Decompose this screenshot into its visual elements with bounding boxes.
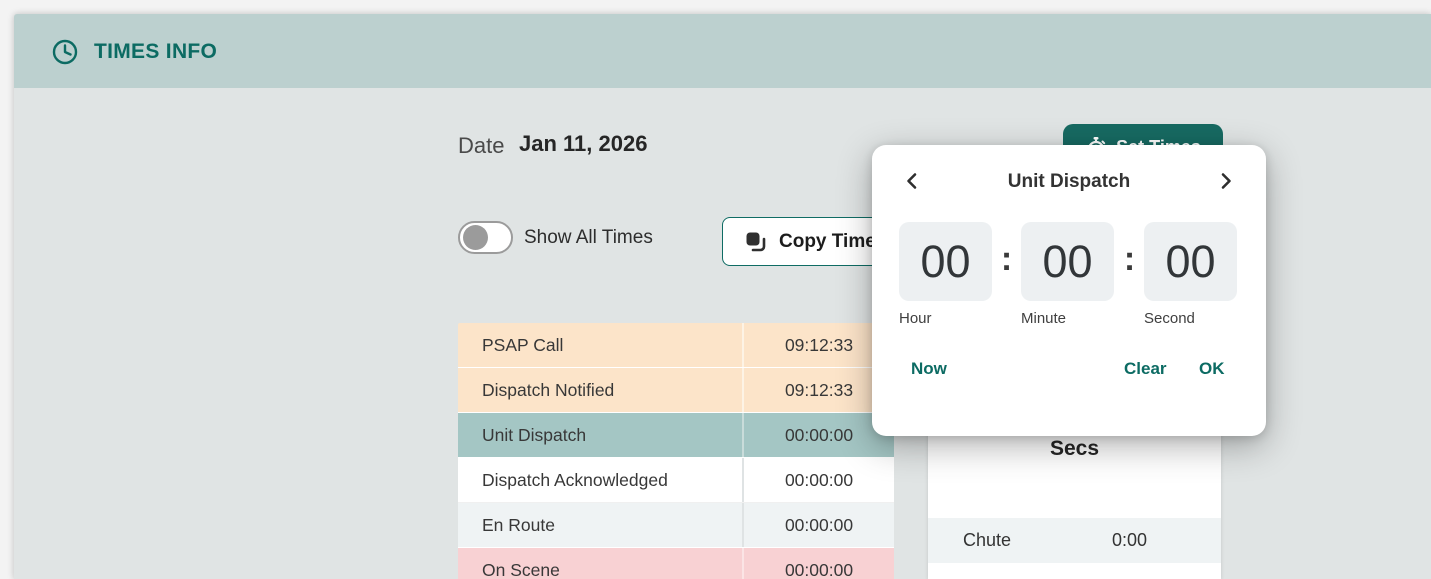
second-label: Second [1144, 310, 1195, 327]
row-label: En Route [458, 515, 742, 536]
table-row-dispatch-acknowledged[interactable]: Dispatch Acknowledged 00:00:00 [458, 458, 894, 503]
clear-button[interactable]: Clear [1124, 359, 1167, 379]
minute-label: Minute [1021, 310, 1066, 327]
toggle-knob [463, 225, 488, 250]
panel-header [14, 14, 1431, 88]
clock-icon [52, 39, 78, 65]
minute-input[interactable]: 00 [1021, 222, 1114, 301]
row-label: PSAP Call [458, 335, 742, 356]
date-label: Date [458, 133, 504, 159]
table-row-en-route[interactable]: En Route 00:00:00 [458, 503, 894, 548]
date-value[interactable]: Jan 11, 2026 [519, 131, 647, 157]
table-row-dispatch-notified[interactable]: Dispatch Notified 09:12:33 [458, 368, 894, 413]
show-all-times-label: Show All Times [524, 227, 653, 249]
copy-icon [745, 231, 766, 252]
row-label: Dispatch Acknowledged [458, 470, 742, 491]
row-label: Unit Dispatch [458, 425, 742, 446]
row-label: On Scene [458, 560, 742, 579]
times-info-page: TIMES INFO Date Jan 11, 2026 Show All Ti… [0, 0, 1431, 579]
row-time: 00:00:00 [742, 548, 894, 579]
ok-button[interactable]: OK [1199, 359, 1225, 379]
hour-label: Hour [899, 310, 932, 327]
row-label: Dispatch Notified [458, 380, 742, 401]
second-input[interactable]: 00 [1144, 222, 1237, 301]
time-picker-title: Unit Dispatch [872, 171, 1266, 193]
copy-times-button[interactable]: Copy Times [722, 217, 894, 266]
time-picker-popup: Unit Dispatch 00 : 00 : 00 Hour Minute S… [872, 145, 1266, 436]
copy-times-label: Copy Times [779, 231, 886, 253]
time-separator: : [992, 240, 1021, 279]
table-row-psap-call[interactable]: PSAP Call 09:12:33 [458, 323, 894, 368]
show-all-times-toggle[interactable] [458, 221, 513, 254]
times-table: PSAP Call 09:12:33 Dispatch Notified 09:… [458, 323, 894, 579]
secs-column-header: Secs [928, 437, 1221, 461]
hour-input[interactable]: 00 [899, 222, 992, 301]
stat-label: Chute [963, 530, 1011, 551]
page-title: TIMES INFO [94, 40, 217, 64]
row-time: 00:00:00 [742, 458, 894, 502]
response-stats-card: Secs Chute 0:00 [928, 420, 1221, 579]
stat-value: 0:00 [1112, 530, 1147, 551]
chevron-right-icon[interactable] [1215, 170, 1237, 192]
now-button[interactable]: Now [911, 359, 947, 379]
stats-row-chute: Chute 0:00 [928, 518, 1221, 563]
table-row-on-scene[interactable]: On Scene 00:00:00 [458, 548, 894, 579]
time-separator: : [1115, 240, 1144, 279]
table-row-unit-dispatch[interactable]: Unit Dispatch 00:00:00 [458, 413, 894, 458]
row-time: 00:00:00 [742, 503, 894, 547]
